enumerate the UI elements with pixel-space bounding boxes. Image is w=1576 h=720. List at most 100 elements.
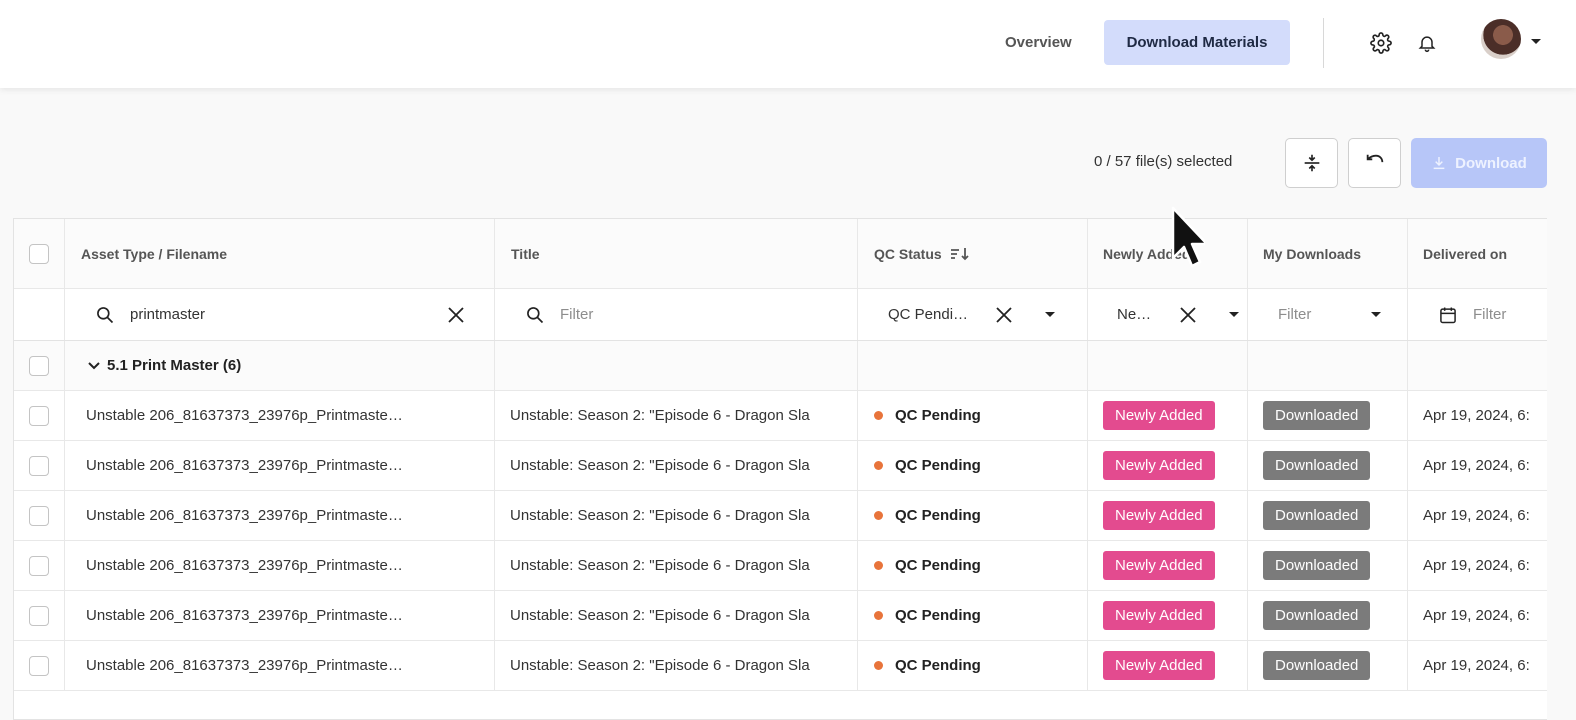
group-label: 5.1 Print Master (6) — [107, 357, 242, 374]
column-header-qc-status[interactable]: QC Status — [858, 219, 1088, 288]
downloaded-badge: Downloaded — [1263, 551, 1371, 580]
row-checkbox[interactable] — [29, 455, 49, 476]
group-spacer — [858, 341, 1088, 390]
delivered-on-filter-input[interactable]: Filter — [1473, 306, 1506, 323]
group-spacer — [1248, 341, 1408, 390]
newly-added-cell: Newly Added — [1088, 441, 1248, 490]
row-select-cell — [14, 441, 65, 490]
status-dot — [874, 611, 883, 620]
status-dot — [874, 511, 883, 520]
bell-icon — [1418, 36, 1436, 53]
row-checkbox[interactable] — [29, 655, 49, 676]
qc-status-filter-dropdown[interactable] — [1044, 311, 1056, 319]
sort-icon[interactable] — [950, 247, 974, 261]
delivered-on-cell: Apr 19, 2024, 6: — [1423, 507, 1530, 524]
nav-divider — [1323, 18, 1324, 68]
newly-added-filter[interactable]: Ne… — [1088, 289, 1248, 340]
newly-added-filter-value: Ne… — [1117, 306, 1152, 323]
notifications-button[interactable] — [1413, 29, 1441, 57]
newly-added-badge: Newly Added — [1103, 651, 1215, 680]
mouse-pointer-icon — [1171, 206, 1205, 268]
user-avatar[interactable] — [1481, 19, 1521, 59]
newly-added-filter-clear-button[interactable] — [1178, 305, 1198, 325]
caret-down-icon — [1045, 312, 1055, 317]
row-checkbox[interactable] — [29, 505, 49, 526]
qc-status-text: QC Pending — [895, 407, 981, 424]
column-header-title[interactable]: Title — [495, 219, 858, 288]
newly-added-filter-dropdown[interactable] — [1228, 311, 1240, 319]
qc-status-cell: QC Pending — [858, 641, 1088, 690]
my-downloads-filter-dropdown[interactable] — [1370, 311, 1382, 319]
caret-down-icon — [1531, 39, 1541, 44]
newly-added-badge: Newly Added — [1103, 601, 1215, 630]
row-select-cell — [14, 391, 65, 440]
column-header-label: Delivered on — [1423, 245, 1508, 262]
filename-cell: Unstable 206_81637373_23976p_Printmaste… — [65, 491, 495, 540]
calendar-icon — [1440, 307, 1456, 323]
row-select-cell — [14, 491, 65, 540]
table-row[interactable]: Unstable 206_81637373_23976p_Printmaste…… — [14, 491, 1547, 541]
close-icon — [448, 307, 464, 323]
undo-button[interactable] — [1348, 138, 1401, 188]
my-downloads-filter[interactable]: Filter — [1248, 289, 1408, 340]
group-row: 5.1 Print Master (6) — [14, 341, 1547, 391]
asset-filter-input[interactable]: printmaster — [130, 306, 205, 323]
title-filter[interactable]: Filter — [495, 289, 858, 340]
group-checkbox[interactable] — [29, 355, 49, 376]
status-dot — [874, 461, 883, 470]
table-row[interactable]: Unstable 206_81637373_23976p_Printmaste…… — [14, 641, 1547, 691]
qc-status-text: QC Pending — [895, 457, 981, 474]
table-row[interactable]: Unstable 206_81637373_23976p_Printmaste…… — [14, 541, 1547, 591]
column-header-delivered-on[interactable]: Delivered on — [1408, 219, 1547, 288]
newly-added-badge: Newly Added — [1103, 501, 1215, 530]
column-header-label: My Downloads — [1263, 245, 1362, 262]
my-downloads-cell: Downloaded — [1248, 441, 1408, 490]
qc-status-filter[interactable]: QC Pendi… — [858, 289, 1088, 340]
close-icon — [1180, 307, 1196, 323]
qc-status-text: QC Pending — [895, 657, 981, 674]
group-spacer — [1088, 341, 1248, 390]
table-row[interactable]: Unstable 206_81637373_23976p_Printmaste…… — [14, 391, 1547, 441]
settings-button[interactable] — [1367, 29, 1395, 57]
files-table: Asset Type / Filename Title QC Status Ne… — [13, 218, 1547, 720]
title-filter-input[interactable]: Filter — [560, 306, 593, 323]
download-button[interactable]: Download — [1411, 138, 1547, 188]
filename-cell: Unstable 206_81637373_23976p_Printmaste… — [65, 591, 495, 640]
select-all-checkbox[interactable] — [29, 243, 49, 264]
asset-filter[interactable]: printmaster — [65, 289, 495, 340]
close-icon — [996, 307, 1012, 323]
table-row[interactable]: Unstable 206_81637373_23976p_Printmaste…… — [14, 441, 1547, 491]
row-checkbox[interactable] — [29, 405, 49, 426]
qc-status-text: QC Pending — [895, 607, 981, 624]
title-cell: Unstable: Season 2: "Episode 6 - Dragon … — [495, 641, 858, 690]
column-header-newly-added[interactable]: Newly Added — [1088, 219, 1248, 288]
row-checkbox[interactable] — [29, 555, 49, 576]
qc-status-filter-value: QC Pendi… — [888, 306, 969, 323]
delivered-on-cell: Apr 19, 2024, 6: — [1423, 407, 1530, 424]
group-spacer — [495, 341, 858, 390]
row-select-cell — [14, 541, 65, 590]
newly-added-badge: Newly Added — [1103, 401, 1215, 430]
filename-cell: Unstable 206_81637373_23976p_Printmaste… — [65, 391, 495, 440]
account-menu-caret[interactable] — [1530, 33, 1542, 51]
qc-status-filter-clear-button[interactable] — [994, 305, 1014, 325]
downloaded-badge: Downloaded — [1263, 651, 1371, 680]
group-toggle[interactable]: 5.1 Print Master (6) — [65, 341, 495, 390]
my-downloads-cell: Downloaded — [1248, 541, 1408, 590]
row-checkbox[interactable] — [29, 605, 49, 626]
status-dot — [874, 411, 883, 420]
filename-cell: Unstable 206_81637373_23976p_Printmaste… — [65, 541, 495, 590]
nav-tab-download-materials[interactable]: Download Materials — [1104, 20, 1290, 65]
my-downloads-filter-input: Filter — [1278, 306, 1312, 323]
table-row[interactable]: Unstable 206_81637373_23976p_Printmaste…… — [14, 591, 1547, 641]
qc-status-text: QC Pending — [895, 557, 981, 574]
column-header-asset[interactable]: Asset Type / Filename — [65, 219, 495, 288]
nav-tab-overview[interactable]: Overview — [989, 20, 1088, 65]
status-dot — [874, 661, 883, 670]
download-icon — [1433, 157, 1445, 170]
delivered-on-filter[interactable]: Filter — [1408, 289, 1547, 340]
asset-filter-clear-button[interactable] — [446, 305, 466, 325]
column-header-my-downloads[interactable]: My Downloads — [1248, 219, 1408, 288]
downloaded-badge: Downloaded — [1263, 601, 1371, 630]
collapse-rows-button[interactable] — [1285, 138, 1338, 188]
